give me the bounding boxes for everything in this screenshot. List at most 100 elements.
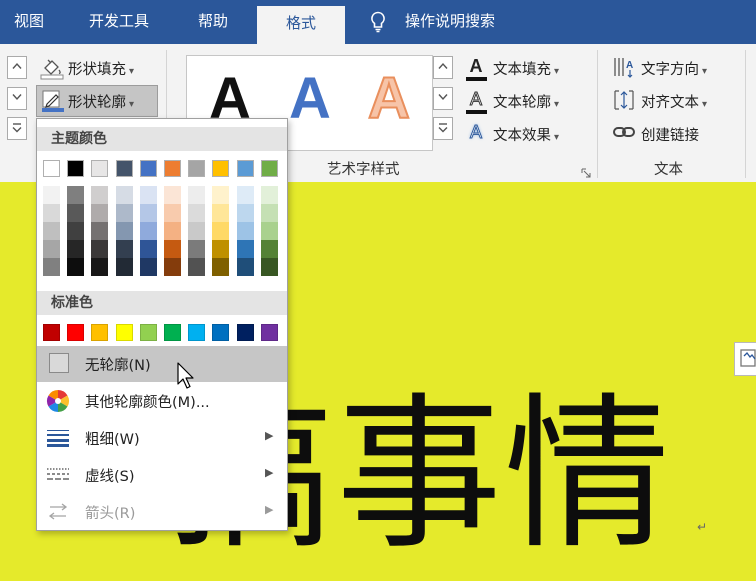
dialog-launcher-icon[interactable] [581,166,591,182]
theme-color-swatch[interactable] [139,204,157,222]
theme-color-swatch[interactable] [188,240,206,258]
shape-fill-button[interactable]: 形状填充 ▾ [68,58,134,79]
text-fill-button[interactable]: 文本填充 ▾ [493,58,559,79]
theme-color-swatch[interactable] [164,186,181,204]
theme-color-swatch[interactable] [91,186,109,204]
theme-color-swatch[interactable] [67,186,85,204]
theme-color-swatch[interactable] [212,204,230,222]
theme-color-swatch[interactable] [115,258,133,276]
text-direction-button[interactable]: 文字方向 ▾ [641,58,707,79]
text-effects-button[interactable]: 文本效果 ▾ [493,124,559,145]
theme-color-swatch[interactable] [43,204,60,222]
theme-color-swatch[interactable] [260,258,278,276]
theme-color-swatch[interactable] [67,258,85,276]
wordart-gallery-more[interactable] [433,117,453,140]
mouse-cursor-icon [177,362,195,394]
theme-color-swatch[interactable] [91,258,109,276]
theme-color-swatch[interactable] [212,240,230,258]
theme-color-swatch[interactable] [236,186,254,204]
theme-color-swatch[interactable] [164,222,181,240]
theme-color-swatch[interactable] [91,222,109,240]
standard-color-swatch[interactable] [212,324,230,341]
theme-color-swatch[interactable] [91,160,109,177]
shape-gallery-scroll-up[interactable] [7,56,27,79]
theme-color-swatch[interactable] [115,240,133,258]
theme-color-swatch[interactable] [260,204,278,222]
theme-color-swatch[interactable] [212,222,230,240]
theme-color-swatch[interactable] [115,204,133,222]
theme-color-swatch[interactable] [236,240,254,258]
dashes-item[interactable]: 虚线(S) ▶ [37,457,287,493]
theme-color-swatch[interactable] [260,186,278,204]
standard-color-swatch[interactable] [67,324,85,341]
theme-color-swatch[interactable] [115,222,133,240]
theme-color-swatch[interactable] [188,160,206,177]
theme-color-swatch[interactable] [260,222,278,240]
chevron-down-icon: ▾ [702,99,708,110]
no-outline-item[interactable]: 无轮廓(N) [37,346,287,382]
theme-color-swatch[interactable] [139,258,157,276]
theme-color-swatch[interactable] [164,204,181,222]
layout-options-button[interactable] [734,342,756,376]
theme-color-swatch[interactable] [43,160,60,177]
shape-gallery-more[interactable] [7,117,27,140]
wordart-group-label: 艺术字样式 [327,162,400,178]
theme-color-swatch[interactable] [260,160,278,177]
tab-view[interactable]: 视图 [14,10,44,32]
theme-color-swatch[interactable] [139,240,157,258]
standard-color-swatch[interactable] [236,324,254,341]
standard-color-swatch[interactable] [164,324,181,341]
theme-color-swatch[interactable] [139,160,157,177]
theme-color-swatch[interactable] [115,160,133,177]
weight-item[interactable]: 粗细(W) ▶ [37,420,287,456]
theme-color-swatch[interactable] [260,240,278,258]
theme-color-swatch[interactable] [212,258,230,276]
theme-color-swatch[interactable] [188,258,206,276]
theme-color-swatch[interactable] [91,240,109,258]
wordart-style-orange-outline[interactable]: A [367,66,411,132]
theme-color-swatch[interactable] [91,204,109,222]
theme-color-swatch[interactable] [43,240,60,258]
theme-color-swatch[interactable] [164,258,181,276]
more-outline-colors-item[interactable]: 其他轮廓颜色(M)... [37,383,287,419]
theme-color-swatch[interactable] [164,240,181,258]
theme-color-swatch[interactable] [164,160,181,177]
theme-color-swatch[interactable] [188,204,206,222]
theme-color-swatch[interactable] [236,222,254,240]
theme-color-swatch[interactable] [43,186,60,204]
theme-color-swatch[interactable] [115,186,133,204]
standard-color-swatch[interactable] [260,324,278,341]
theme-color-swatch[interactable] [212,160,230,177]
theme-color-swatch[interactable] [188,186,206,204]
standard-color-swatch[interactable] [91,324,109,341]
theme-color-swatch[interactable] [188,222,206,240]
standard-color-swatch[interactable] [115,324,133,341]
theme-color-swatch[interactable] [236,160,254,177]
text-outline-button[interactable]: 文本轮廓 ▾ [493,91,559,112]
theme-color-swatch[interactable] [43,222,60,240]
wordart-style-blue[interactable]: A [289,67,331,131]
align-text-button[interactable]: 对齐文本 ▾ [641,91,707,112]
wordart-scroll-up[interactable] [433,56,453,79]
tab-help[interactable]: 帮助 [198,10,228,32]
standard-color-swatch[interactable] [139,324,157,341]
theme-color-swatch[interactable] [67,204,85,222]
theme-color-swatch[interactable] [236,258,254,276]
shape-gallery-scroll-down[interactable] [7,87,27,110]
create-link-button[interactable]: 创建链接 [641,124,699,145]
theme-color-swatch[interactable] [43,258,60,276]
theme-color-swatch[interactable] [67,222,85,240]
tell-me-search[interactable]: 操作说明搜索 [405,10,495,32]
theme-color-swatch[interactable] [139,222,157,240]
theme-color-swatch[interactable] [67,160,85,177]
standard-color-swatch[interactable] [43,324,60,341]
theme-color-swatch[interactable] [236,204,254,222]
text-direction-icon: A [612,55,636,83]
theme-color-swatch[interactable] [139,186,157,204]
standard-color-swatch[interactable] [188,324,206,341]
theme-color-swatch[interactable] [212,186,230,204]
wordart-scroll-down[interactable] [433,87,453,110]
tab-format[interactable]: 格式 [257,6,345,44]
tab-developer[interactable]: 开发工具 [89,10,149,32]
theme-color-swatch[interactable] [67,240,85,258]
